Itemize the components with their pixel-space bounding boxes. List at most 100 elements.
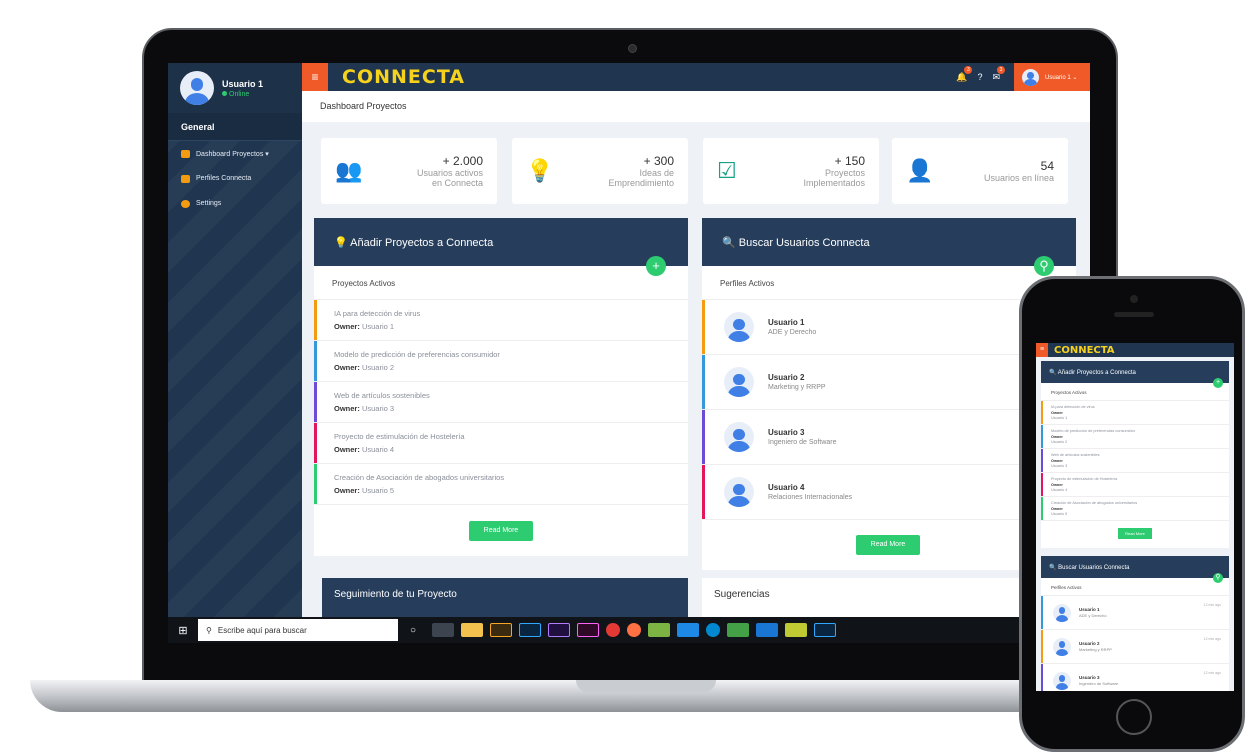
cube-app-icon[interactable] — [726, 623, 749, 637]
project-item[interactable]: Web de artículos sostenibles Owner: Usuar… — [314, 382, 688, 423]
user-role: Relaciones Internacionales — [768, 494, 853, 501]
stat-label: Emprendimiento — [608, 178, 674, 188]
project-title: Web de artículos sostenibles — [334, 391, 430, 400]
project-item[interactable]: Web de artículos sostenibles Owner Usuario… — [1041, 449, 1229, 473]
panel-title: Seguimiento de tu Proyecto — [334, 589, 457, 600]
sidebar-user-name: Usuario 1 — [222, 78, 264, 89]
help-button[interactable]: ? — [977, 72, 982, 82]
stat-value: + 150 — [834, 154, 865, 168]
vscode-icon[interactable] — [755, 623, 778, 637]
user-name: Usuario 2 — [768, 373, 805, 382]
menu-toggle-button[interactable]: ≡ — [1036, 343, 1048, 357]
file-explorer-icon[interactable] — [460, 623, 483, 637]
project-owner: Usuario 1 — [361, 322, 395, 331]
notification-badge: 3 — [964, 65, 973, 74]
user-name: Usuario 2 — [1079, 641, 1100, 646]
user-name: Usuario 1 — [768, 318, 805, 327]
phone-users-panel: 🔍 Buscar Usuarios Connecta ⚲ Perfiles Act… — [1041, 556, 1229, 691]
owner-label: Owner — [1051, 458, 1063, 463]
stat-card-active-users: 👥 + 2.000 Usuarios activos en Connecta — [321, 138, 497, 204]
tracking-panel: Seguimiento de tu Proyecto — [322, 578, 688, 618]
premiere-icon[interactable] — [547, 623, 570, 637]
users-icon — [181, 174, 190, 183]
owner-label: Owner: — [334, 445, 360, 454]
project-item[interactable]: IA para detección de virus Owner: Usuario… — [314, 300, 688, 341]
user-plus-icon: 👤 — [906, 158, 934, 183]
avatar — [1053, 603, 1071, 622]
stat-label: en Connecta — [431, 178, 483, 188]
project-item[interactable]: Creación de Asociación de abogados unive… — [314, 464, 688, 505]
stat-label: Ideas de — [639, 168, 674, 178]
search-users-button[interactable]: ⚲ — [1213, 573, 1223, 583]
photoshop-icon[interactable] — [518, 623, 541, 637]
illustrator-icon[interactable] — [489, 623, 512, 637]
sidebar-user-status: Online — [222, 91, 263, 98]
add-project-button[interactable]: + — [1213, 378, 1223, 388]
stat-label: Proyectos — [824, 168, 865, 178]
project-item[interactable]: Modelo de predicción de preferencias con… — [1041, 425, 1229, 449]
timestamp: 12 min ago — [1203, 637, 1221, 641]
user-name: Usuario 3 — [768, 428, 805, 437]
sidebar-user[interactable]: Usuario 1 Online — [168, 63, 302, 113]
project-title: IA para detección de virus — [1051, 405, 1095, 409]
sidebar-section-general: General — [168, 113, 302, 141]
notifications-button[interactable]: 🔔 3 — [956, 65, 973, 83]
sidebar-item-dashboard[interactable]: Dashboard Proyectos ▾ — [168, 141, 302, 166]
taskbar-search-placeholder: Escribe aquí para buscar — [217, 625, 307, 635]
photoshop-icon[interactable] — [813, 623, 836, 637]
xd-icon[interactable] — [576, 623, 599, 637]
dashboard-icon — [181, 149, 190, 158]
project-title: IA para detección de virus — [334, 309, 421, 318]
project-title: Web de artículos sostenibles — [1051, 453, 1100, 457]
taskview-app-icon[interactable] — [431, 623, 454, 637]
add-project-button[interactable]: + — [646, 256, 666, 276]
firefox-icon[interactable] — [626, 623, 641, 637]
notepad-icon[interactable] — [647, 623, 670, 637]
laptop-screen: Usuario 1 Online General Dashboard Proye… — [168, 63, 1090, 643]
panel-subtitle: Proyectos Activos — [1041, 383, 1229, 401]
start-icon[interactable]: ⊞ — [168, 624, 198, 637]
project-item[interactable]: IA para detección de virus Owner Usuario 1 — [1041, 401, 1229, 425]
user-row[interactable]: Usuario 1 ADE y Derecho 12 min ago — [1041, 596, 1229, 630]
windows-taskbar: ⊞ ⚲ Escribe aquí para buscar ○ — [168, 617, 1090, 643]
read-more-button[interactable]: Read More — [1118, 528, 1152, 539]
brand-logo[interactable]: CONNECTA — [1054, 345, 1115, 356]
app-icon[interactable] — [676, 623, 699, 637]
project-item[interactable]: Proyecto de estimulación de Hostelería Ow… — [314, 423, 688, 464]
project-owner: Usuario 2 — [1051, 440, 1068, 444]
chrome-icon[interactable] — [605, 623, 620, 637]
user-row[interactable]: Usuario 2 Marketing y RRPP 12 min ago — [1041, 630, 1229, 664]
pycharm-icon[interactable] — [784, 623, 807, 637]
menu-toggle-button[interactable]: ≡ — [302, 63, 328, 91]
user-role: ADE y Derecho — [768, 329, 817, 336]
task-view-icon[interactable]: ○ — [398, 625, 428, 636]
panel-subtitle: Proyectos Activos — [314, 266, 688, 300]
owner-label: Owner: — [334, 404, 360, 413]
project-item[interactable]: Modelo de predicción de preferencias con… — [314, 341, 688, 382]
project-item[interactable]: Proyecto de estimulación de Hostelería Ow… — [1041, 473, 1229, 497]
messages-button[interactable]: ✉ 3 — [992, 65, 1005, 83]
taskbar-search[interactable]: ⚲ Escribe aquí para buscar — [198, 619, 398, 641]
sidebar-item-label: Settings — [196, 200, 222, 207]
sidebar-item-settings[interactable]: Settings — [168, 191, 302, 216]
projects-panel: 💡 Añadir Proyectos a Connecta + Proyectos… — [314, 218, 688, 556]
project-title: Modelo de predicción de preferencias con… — [1051, 429, 1136, 433]
project-owner: Usuario 3 — [361, 404, 395, 413]
project-title: Creación de Asociación de abogados unive… — [334, 473, 505, 482]
webcam — [628, 44, 637, 53]
users-panel-header: 🔍 Buscar Usuarios Connecta ⚲ — [702, 218, 1076, 276]
user-menu-button[interactable]: Usuario 1 ⌄ — [1014, 63, 1090, 91]
sidebar-item-perfiles[interactable]: Perfiles Connecta — [168, 166, 302, 191]
phone-home-button[interactable] — [1116, 699, 1152, 735]
read-more-button[interactable]: Read More — [856, 535, 920, 555]
search-users-button[interactable]: ⚲ — [1034, 256, 1054, 276]
brand-logo[interactable]: CONNECTA — [342, 66, 465, 88]
read-more-button[interactable]: Read More — [469, 521, 533, 541]
panel-title: 🔍 Añadir Proyectos a Connecta — [1049, 370, 1136, 376]
user-row[interactable]: Usuario 3 Ingeniero de Software 12 min ago — [1041, 664, 1229, 691]
projects-panel-header: 💡 Añadir Proyectos a Connecta + — [314, 218, 688, 276]
stat-label: Usuarios activos — [416, 168, 483, 178]
stat-value: 54 — [1040, 159, 1054, 173]
edge-icon[interactable] — [705, 623, 720, 637]
project-item[interactable]: Creación de Asociación de abogados unive… — [1041, 497, 1229, 521]
